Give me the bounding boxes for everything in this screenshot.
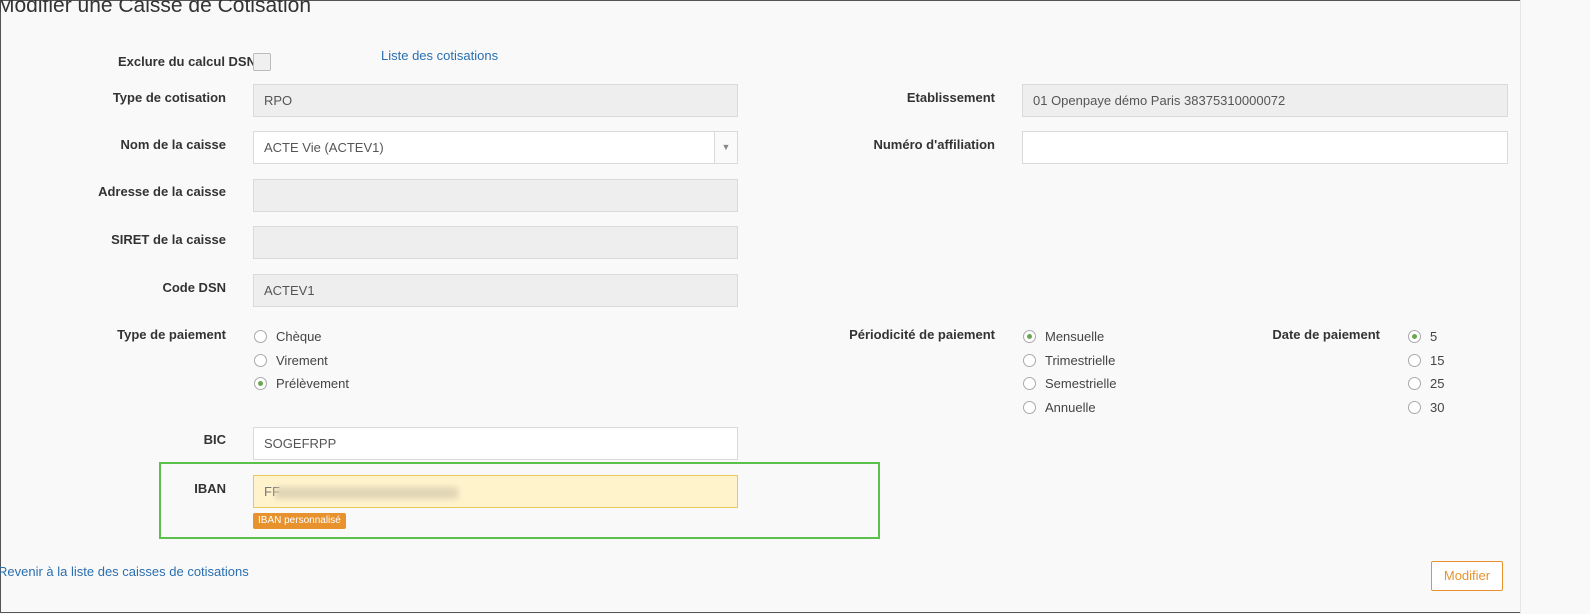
radio-semestrielle[interactable]: Semestrielle xyxy=(1023,376,1117,391)
nom-caisse-value: ACTE Vie (ACTEV1) xyxy=(264,140,384,155)
radio-annuelle[interactable]: Annuelle xyxy=(1023,400,1096,415)
radio-prelevement-label: Prélèvement xyxy=(276,376,349,391)
radio-virement-label: Virement xyxy=(276,353,328,368)
page-title: Modifier une Caisse de Cotisation xyxy=(0,0,311,17)
date-paiement-label: Date de paiement xyxy=(1272,327,1380,342)
radio-date-25-button[interactable] xyxy=(1408,377,1421,390)
radio-cheque[interactable]: Chèque xyxy=(254,329,322,344)
radio-date-30[interactable]: 30 xyxy=(1408,400,1444,415)
exclure-dsn-label: Exclure du calcul DSN xyxy=(118,54,256,69)
exclure-dsn-checkbox[interactable] xyxy=(253,53,271,71)
liste-cotisations-link[interactable]: Liste des cotisations xyxy=(381,48,498,63)
radio-date-30-button[interactable] xyxy=(1408,401,1421,414)
radio-date-15-button[interactable] xyxy=(1408,354,1421,367)
iban-redacted-value xyxy=(275,487,458,499)
nom-caisse-select[interactable]: ACTE Vie (ACTEV1) ▼ xyxy=(253,131,738,164)
back-to-list-link[interactable]: Revenir à la liste des caisses de cotisa… xyxy=(0,564,249,579)
radio-trimestrielle-button[interactable] xyxy=(1023,354,1036,367)
radio-mensuelle-label: Mensuelle xyxy=(1045,329,1105,344)
radio-trimestrielle[interactable]: Trimestrielle xyxy=(1023,353,1115,368)
radio-date-5-label: 5 xyxy=(1430,329,1438,344)
radio-mensuelle-button[interactable] xyxy=(1023,330,1036,343)
radio-cheque-label: Chèque xyxy=(276,329,322,344)
adresse-caisse-label: Adresse de la caisse xyxy=(98,184,226,199)
radio-date-15-label: 15 xyxy=(1430,353,1445,368)
radio-prelevement[interactable]: Prélèvement xyxy=(254,376,349,391)
radio-annuelle-button[interactable] xyxy=(1023,401,1036,414)
radio-date-25[interactable]: 25 xyxy=(1408,376,1444,391)
radio-cheque-button[interactable] xyxy=(254,330,267,343)
type-cotisation-label: Type de cotisation xyxy=(112,90,226,105)
radio-virement[interactable]: Virement xyxy=(254,353,328,368)
numero-affiliation-input[interactable] xyxy=(1022,131,1508,164)
radio-prelevement-button[interactable] xyxy=(254,377,267,390)
periodicite-label: Périodicité de paiement xyxy=(849,327,995,342)
radio-date-5[interactable]: 5 xyxy=(1408,329,1437,344)
radio-virement-button[interactable] xyxy=(254,354,267,367)
radio-date-25-label: 25 xyxy=(1430,376,1445,391)
radio-semestrielle-label: Semestrielle xyxy=(1045,376,1117,391)
radio-date-5-button[interactable] xyxy=(1408,330,1421,343)
radio-date-30-label: 30 xyxy=(1430,400,1445,415)
iban-personnalise-badge: IBAN personnalisé xyxy=(253,513,346,529)
radio-annuelle-label: Annuelle xyxy=(1045,400,1096,415)
iban-label: IBAN xyxy=(194,481,226,496)
type-paiement-label: Type de paiement xyxy=(117,327,226,342)
code-dsn-label: Code DSN xyxy=(162,280,226,295)
siret-caisse-label: SIRET de la caisse xyxy=(111,232,226,247)
right-side-panel xyxy=(1520,0,1590,614)
numero-affiliation-label: Numéro d'affiliation xyxy=(873,137,995,152)
type-cotisation-field: RPO xyxy=(253,84,738,117)
chevron-down-icon[interactable]: ▼ xyxy=(714,132,737,163)
bic-label: BIC xyxy=(203,432,226,447)
nom-caisse-label: Nom de la caisse xyxy=(120,137,227,152)
radio-trimestrielle-label: Trimestrielle xyxy=(1045,353,1116,368)
bic-input[interactable]: SOGEFRPP xyxy=(253,427,738,460)
modifier-button[interactable]: Modifier xyxy=(1431,561,1503,591)
radio-date-15[interactable]: 15 xyxy=(1408,353,1444,368)
etablissement-label: Etablissement xyxy=(906,90,995,105)
etablissement-field: 01 Openpaye démo Paris 38375310000072 xyxy=(1022,84,1508,117)
radio-semestrielle-button[interactable] xyxy=(1023,377,1036,390)
adresse-caisse-field xyxy=(253,179,738,212)
siret-caisse-field xyxy=(253,226,738,259)
code-dsn-field: ACTEV1 xyxy=(253,274,738,307)
radio-mensuelle[interactable]: Mensuelle xyxy=(1023,329,1104,344)
